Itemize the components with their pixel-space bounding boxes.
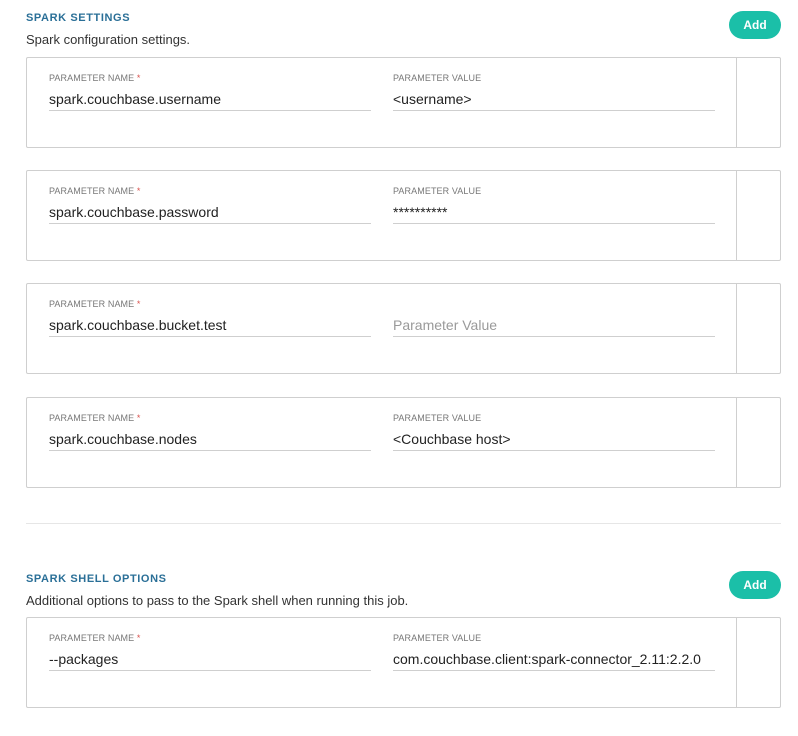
row-actions-cell[interactable]: [737, 398, 780, 487]
spark-shell-option-row-1: PARAMETER NAME * PARAMETER VALUE: [26, 617, 781, 708]
spark-setting-row-3: PARAMETER NAME *: [26, 283, 781, 374]
required-marker: *: [136, 73, 141, 83]
required-marker: *: [136, 633, 141, 643]
row-actions-cell[interactable]: [737, 618, 780, 707]
parameter-name-label: PARAMETER NAME: [49, 73, 135, 83]
spark-setting-row-2: PARAMETER NAME * PARAMETER VALUE: [26, 170, 781, 261]
parameter-name-label: PARAMETER NAME: [49, 299, 135, 309]
parameter-value-label: PARAMETER VALUE: [393, 633, 482, 643]
section-separator: [26, 523, 781, 524]
spark-settings-title: SPARK SETTINGS: [26, 12, 131, 24]
required-marker: *: [136, 413, 141, 423]
row-actions-cell[interactable]: [737, 171, 780, 260]
parameter-value-label: PARAMETER VALUE: [393, 73, 482, 83]
spark-setting-row-4: PARAMETER NAME * PARAMETER VALUE: [26, 397, 781, 488]
spark-settings-description: Spark configuration settings.: [26, 32, 191, 47]
spark-shell-options-title: SPARK SHELL OPTIONS: [26, 573, 167, 585]
required-marker: *: [136, 299, 141, 309]
parameter-name-input[interactable]: [49, 428, 371, 451]
spark-shell-options-description: Additional options to pass to the Spark …: [26, 593, 409, 608]
parameter-name-label: PARAMETER NAME: [49, 413, 135, 423]
parameter-name-input[interactable]: [49, 314, 371, 337]
row-actions-cell[interactable]: [737, 58, 780, 147]
parameter-name-label: PARAMETER NAME: [49, 186, 135, 196]
parameter-value-label: PARAMETER VALUE: [393, 413, 482, 423]
parameter-value-input[interactable]: [393, 201, 715, 224]
parameter-value-input[interactable]: [393, 648, 715, 671]
parameter-value-input[interactable]: [393, 88, 715, 111]
spark-shell-options-add-button[interactable]: Add: [729, 571, 781, 599]
parameter-name-input[interactable]: [49, 648, 371, 671]
spark-setting-row-1: PARAMETER NAME * PARAMETER VALUE: [26, 57, 781, 148]
parameter-name-input[interactable]: [49, 88, 371, 111]
row-actions-cell[interactable]: [737, 284, 780, 373]
parameter-name-label: PARAMETER NAME: [49, 633, 135, 643]
required-marker: *: [136, 186, 141, 196]
parameter-value-input[interactable]: [393, 428, 715, 451]
parameter-name-input[interactable]: [49, 201, 371, 224]
parameter-value-input[interactable]: [393, 314, 715, 337]
spark-settings-add-button[interactable]: Add: [729, 11, 781, 39]
parameter-value-label: PARAMETER VALUE: [393, 186, 482, 196]
